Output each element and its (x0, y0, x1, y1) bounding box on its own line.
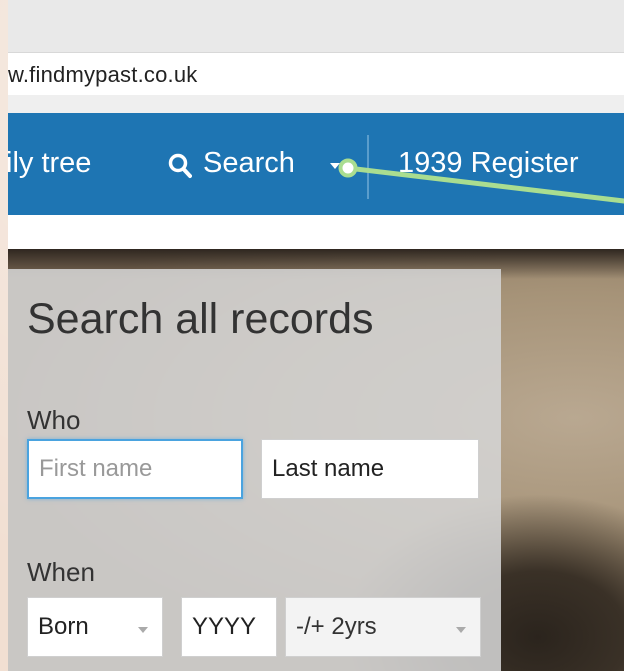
browser-divider (8, 95, 624, 113)
last-name-input[interactable]: Last name (261, 439, 479, 499)
chevron-down-icon (138, 627, 148, 633)
chevron-down-icon (456, 627, 466, 633)
panel-title: Search all records (27, 295, 374, 343)
when-label: When (27, 557, 95, 587)
event-select[interactable]: Born (27, 597, 163, 657)
year-input-value: YYYY (192, 613, 257, 640)
nav-subbar (8, 215, 624, 249)
who-label: Who (27, 405, 81, 435)
event-select-value: Born (38, 613, 89, 640)
year-range-value: -/+ 2yrs (296, 613, 377, 640)
search-icon[interactable] (168, 153, 192, 179)
search-panel: Search all records Who Last name When Bo… (8, 269, 501, 671)
url-text: w.findmypast.co.uk (8, 61, 198, 87)
nav-family-tree[interactable]: ily tree (6, 147, 91, 180)
site-nav-bar: ily tree Search 1939 Register (6, 113, 624, 215)
browser-toolbar (8, 0, 624, 52)
address-bar[interactable]: w.findmypast.co.uk (8, 52, 624, 97)
nav-search[interactable]: Search (203, 147, 295, 180)
nav-divider (367, 135, 369, 199)
year-input[interactable]: YYYY (181, 597, 277, 657)
last-name-text: Last name (272, 455, 385, 482)
chevron-down-icon[interactable] (330, 163, 340, 169)
nav-1939-register[interactable]: 1939 Register (398, 147, 579, 180)
first-name-input[interactable] (27, 439, 243, 499)
year-range-select[interactable]: -/+ 2yrs (285, 597, 481, 657)
